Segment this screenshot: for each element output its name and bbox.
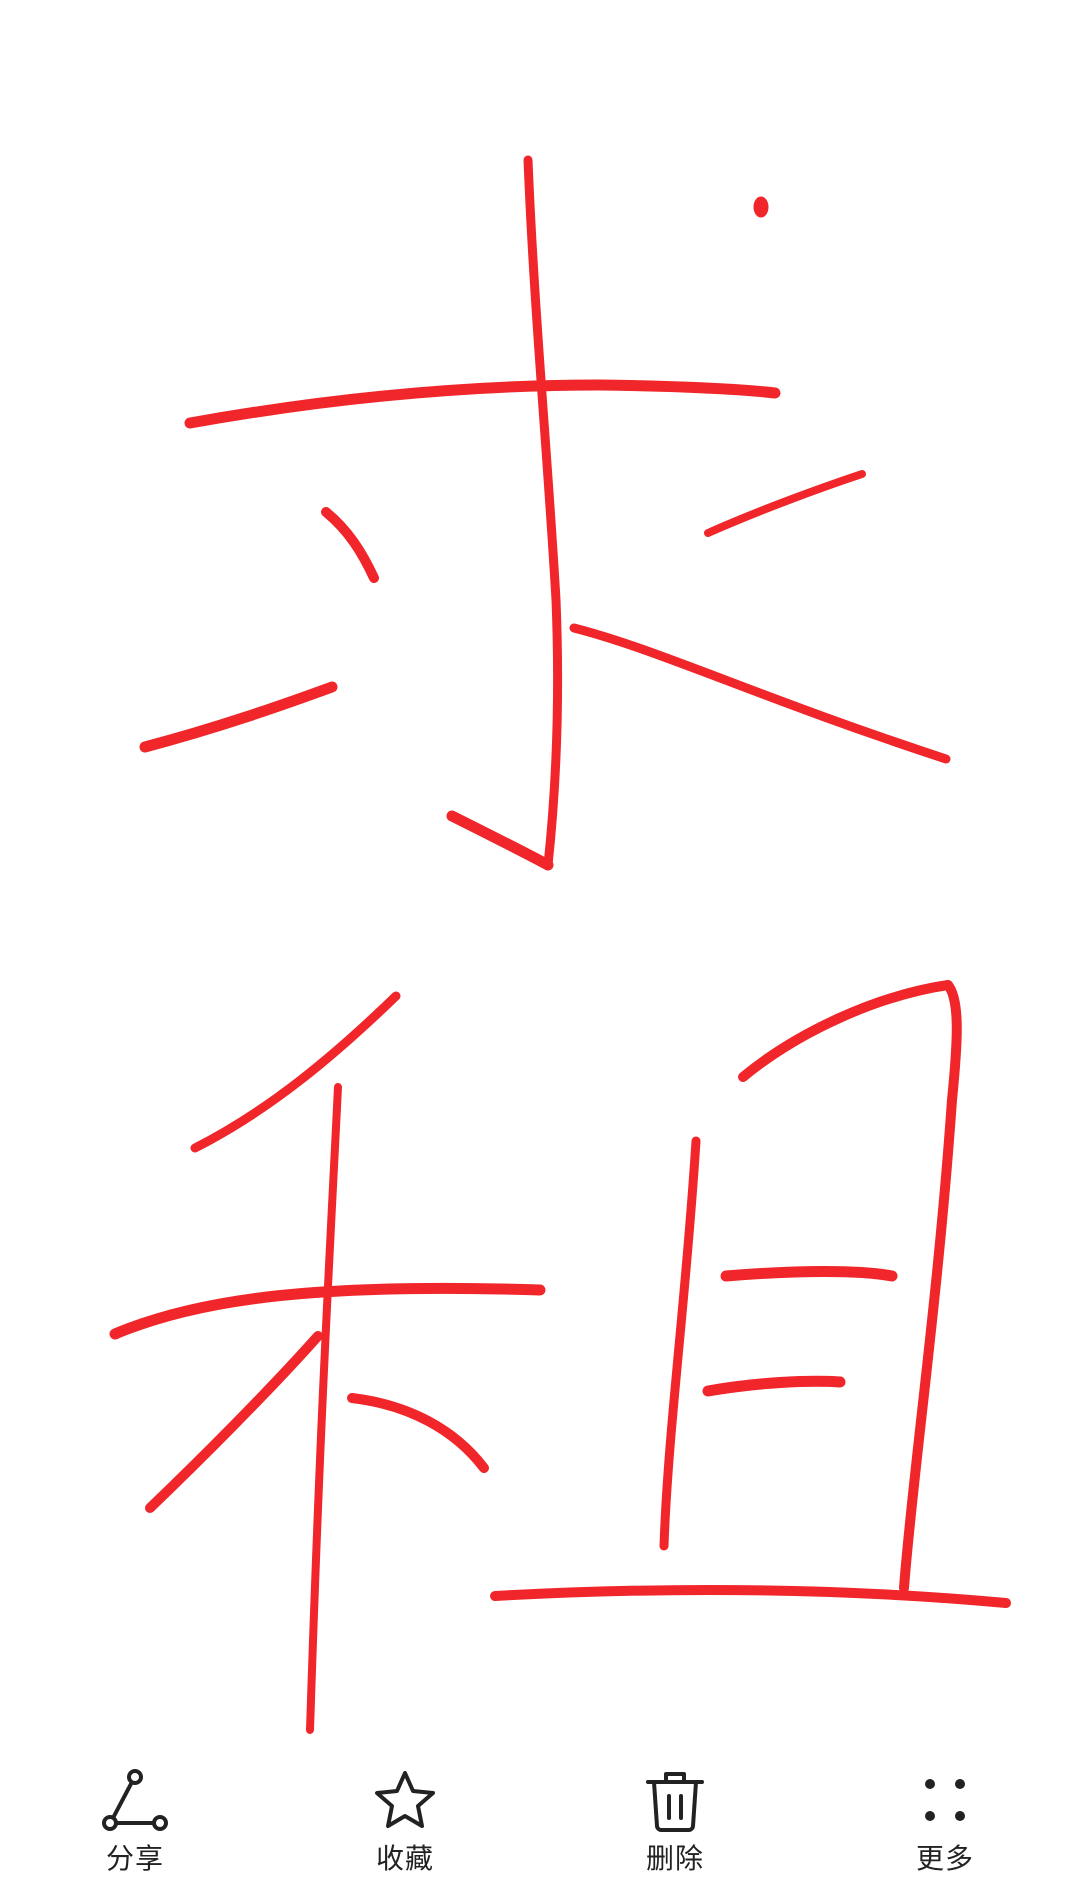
handwriting-drawing — [109, 155, 1011, 1734]
more-button[interactable]: 更多 — [875, 1766, 1015, 1876]
stroke-zu-left-fall — [145, 1331, 323, 1513]
stroke-zu-box-left — [659, 1136, 701, 1551]
more-label: 更多 — [915, 1842, 974, 1875]
stroke-qiu-upper-right — [704, 470, 866, 537]
stroke-zu-right-dot — [347, 1393, 489, 1473]
stroke-zu-left-vertical — [306, 1083, 342, 1734]
stroke-qiu-hook — [446, 810, 554, 871]
delete-label: 删除 — [645, 1842, 704, 1875]
stroke-zu-box-inner-bottom — [702, 1375, 846, 1397]
stroke-zu-box-inner-top — [720, 1266, 898, 1282]
favorite-label: 收藏 — [375, 1842, 434, 1875]
stroke-qiu-horizontal — [184, 379, 781, 429]
share-button[interactable]: 分享 — [65, 1766, 205, 1876]
stroke-zu-box-top-right — [738, 980, 962, 1593]
favorite-button[interactable]: 收藏 — [335, 1766, 475, 1876]
star-icon — [370, 1766, 440, 1836]
stroke-qiu-dot — [753, 196, 769, 218]
share-label: 分享 — [105, 1842, 164, 1875]
stroke-zu-top-slash — [190, 991, 401, 1153]
stroke-qiu-left-rise — [139, 681, 338, 753]
stroke-qiu-right-fall — [569, 623, 951, 764]
stroke-qiu-left-dot — [321, 507, 379, 583]
stroke-zu-bottom-horizontal — [490, 1585, 1011, 1608]
drawing-canvas[interactable] — [0, 0, 1080, 1740]
delete-button[interactable]: 删除 — [605, 1766, 745, 1876]
stroke-qiu-vertical — [523, 155, 563, 870]
trash-icon — [640, 1766, 710, 1836]
share-icon — [100, 1766, 170, 1836]
more-dots-icon — [910, 1766, 980, 1836]
bottom-toolbar: 分享 收藏 删除 更多 — [0, 1740, 1080, 1902]
